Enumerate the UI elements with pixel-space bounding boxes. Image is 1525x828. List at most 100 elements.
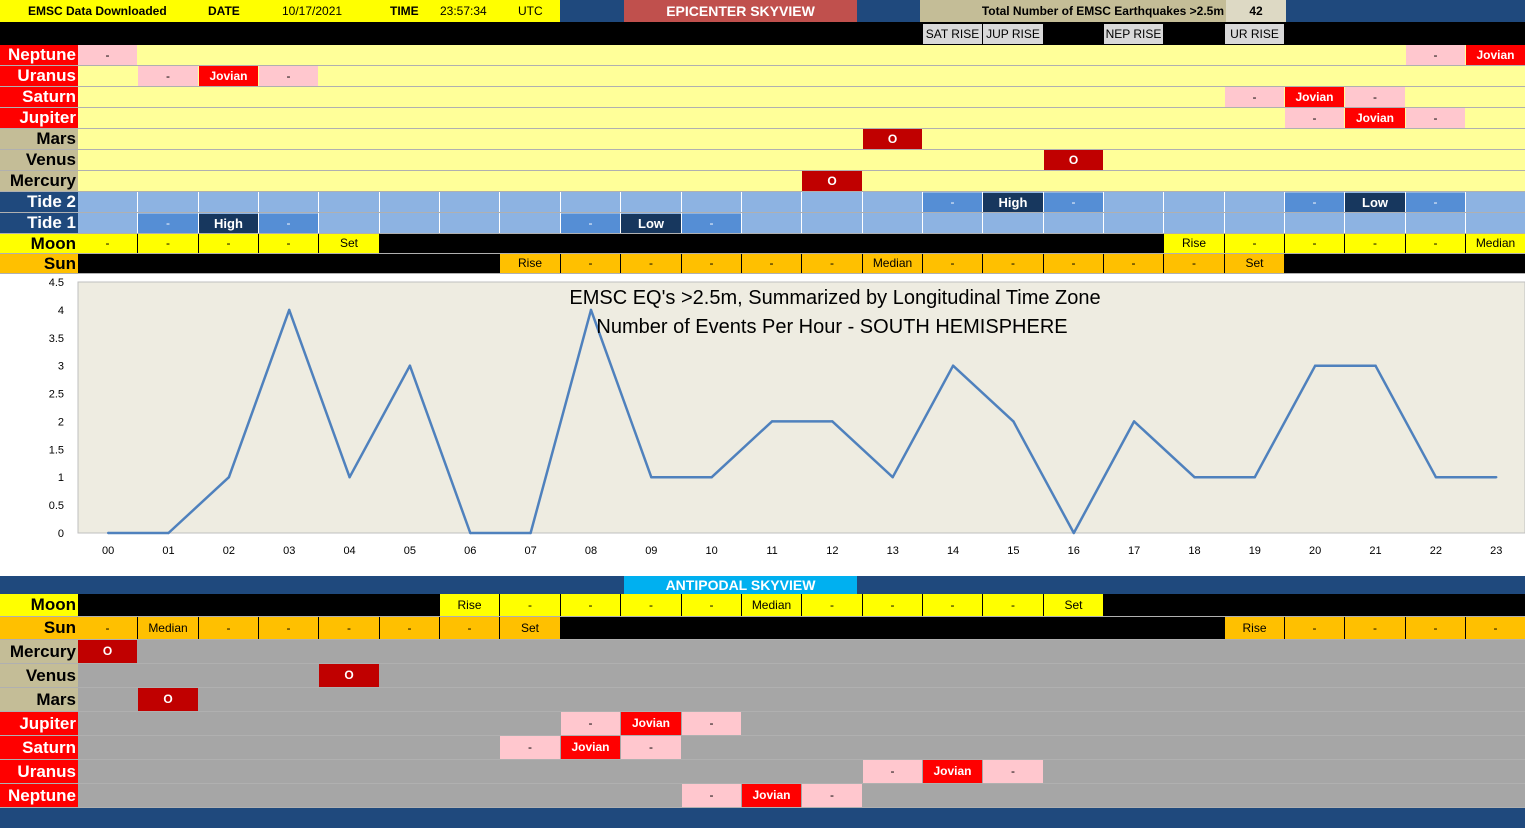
epi-cell: -: [1406, 193, 1465, 212]
x-tick-label: 22: [1430, 545, 1442, 557]
epi-cell: O: [863, 129, 922, 149]
row-label: Mercury: [0, 640, 78, 663]
epi-cell: -: [199, 234, 258, 253]
tide-slot: [319, 192, 380, 212]
anti-cell: -: [199, 617, 258, 639]
data-point: [891, 476, 894, 479]
tide-slot: [500, 192, 561, 212]
anti-cell: Jovian: [923, 760, 982, 783]
antipodal-bar: ANTIPODAL SKYVIEW: [0, 576, 1525, 594]
anti-cell: -: [500, 594, 560, 616]
x-tick-label: 01: [162, 545, 174, 557]
epi-cell: -: [78, 234, 137, 253]
tide-slot: [78, 192, 138, 212]
row-label: Saturn: [0, 736, 78, 759]
tide-slot: [863, 213, 923, 233]
data-point: [1132, 420, 1136, 423]
epi-cell: -: [1285, 234, 1344, 253]
anti-cell: Jovian: [561, 736, 620, 759]
epi-cell: Set: [319, 234, 379, 253]
epi-row-mars: Mars O: [0, 129, 1525, 150]
tide-slot: [863, 192, 923, 212]
anti-cell: -: [802, 784, 862, 807]
epi-cell: -: [1044, 193, 1103, 212]
epi-cell: -: [1345, 234, 1405, 253]
anti-row-mars: Mars O: [0, 688, 1525, 712]
tide-slot: [923, 213, 983, 233]
x-tick-label: 00: [102, 545, 114, 557]
data-point: [589, 308, 593, 312]
row-label: Tide 2: [0, 192, 78, 212]
anti-cell: Jovian: [621, 712, 681, 735]
chart-title: EMSC EQ's >2.5m, Summarized by Longitudi…: [569, 287, 1100, 309]
y-tick-label: 3: [58, 361, 64, 373]
anti-cell: O: [319, 664, 379, 687]
rise-label: SAT RISE: [923, 24, 982, 44]
data-point: [1193, 476, 1196, 479]
epi-row-saturn: Saturn - Jovian -: [0, 87, 1525, 108]
anti-cell: -: [78, 617, 137, 639]
tide-slot: [742, 213, 802, 233]
epi-cell: Rise: [500, 254, 560, 273]
y-tick-label: 4.5: [49, 277, 64, 289]
tide-slot: [500, 213, 561, 233]
epi-row-tide-1: Tide 1- High - - Low -: [0, 213, 1525, 234]
epi-cell: -: [1345, 87, 1405, 107]
row-label: Venus: [0, 150, 78, 170]
anti-cell: -: [561, 594, 620, 616]
tide-slot: [138, 192, 199, 212]
downloaded-label: EMSC Data Downloaded: [0, 0, 200, 22]
anti-cell: -: [983, 760, 1043, 783]
tide-slot: [1225, 192, 1285, 212]
anti-cell: -: [863, 760, 922, 783]
epi-cell: -: [1104, 254, 1163, 273]
anti-cell: -: [561, 712, 620, 735]
epi-cell: -: [259, 214, 318, 233]
x-tick-label: 07: [525, 545, 537, 557]
tide-slot: [440, 192, 500, 212]
anti-cell: -: [440, 617, 499, 639]
epi-cell: -: [138, 214, 198, 233]
row-label: Moon: [0, 594, 78, 616]
x-tick-label: 12: [826, 545, 838, 557]
data-point: [227, 476, 231, 479]
anti-row-mercury: Mercury O: [0, 640, 1525, 664]
tide-slot: [78, 213, 138, 233]
epi-cell: O: [1044, 150, 1103, 170]
antipodal-title: ANTIPODAL SKYVIEW: [624, 576, 857, 594]
anti-cell: Median: [138, 617, 198, 639]
x-tick-label: 08: [585, 545, 597, 557]
epi-cell: O: [802, 171, 862, 191]
anti-cell: -: [863, 594, 922, 616]
anti-cell: -: [923, 594, 982, 616]
anti-row-saturn: Saturn - Jovian -: [0, 736, 1525, 760]
anti-cell: -: [500, 736, 560, 759]
epi-cell: Set: [1225, 254, 1284, 273]
row-label: Sun: [0, 617, 78, 639]
rise-label: JUP RISE: [983, 24, 1043, 44]
data-point: [288, 308, 291, 312]
data-point: [408, 364, 412, 367]
tide-slot: [1225, 213, 1285, 233]
x-tick-label: 13: [887, 545, 899, 557]
epi-cell: Jovian: [1466, 45, 1525, 65]
row-label: Mercury: [0, 171, 78, 191]
anti-row-sun: Sun - Median - - - - - Set Rise - - - -: [0, 617, 1525, 640]
total-label: Total Number of EMSC Earthquakes >2.5m: [920, 0, 1226, 22]
anti-row-neptune: Neptune - Jovian -: [0, 784, 1525, 808]
anti-cell: -: [983, 594, 1043, 616]
epi-cell: High: [983, 193, 1043, 212]
x-tick-label: 04: [343, 545, 355, 557]
x-axis: 00 01 02 03 04 05 06 07 08 09 10 11 12 13 14 15 16 17 18 19…: [102, 545, 1502, 557]
anti-cell: -: [1345, 617, 1405, 639]
anti-cell: -: [1466, 617, 1525, 639]
anti-cell: -: [621, 594, 681, 616]
tide-slot: [440, 213, 500, 233]
epi-row-venus: Venus O: [0, 150, 1525, 171]
data-point: [469, 531, 472, 535]
epi-cell: Jovian: [199, 66, 258, 86]
data-point: [1495, 476, 1498, 479]
data-point: [951, 364, 955, 367]
epi-cell: -: [1285, 193, 1344, 212]
epi-row-moon: Moon - - - - Set Rise - - - - Median: [0, 234, 1525, 254]
